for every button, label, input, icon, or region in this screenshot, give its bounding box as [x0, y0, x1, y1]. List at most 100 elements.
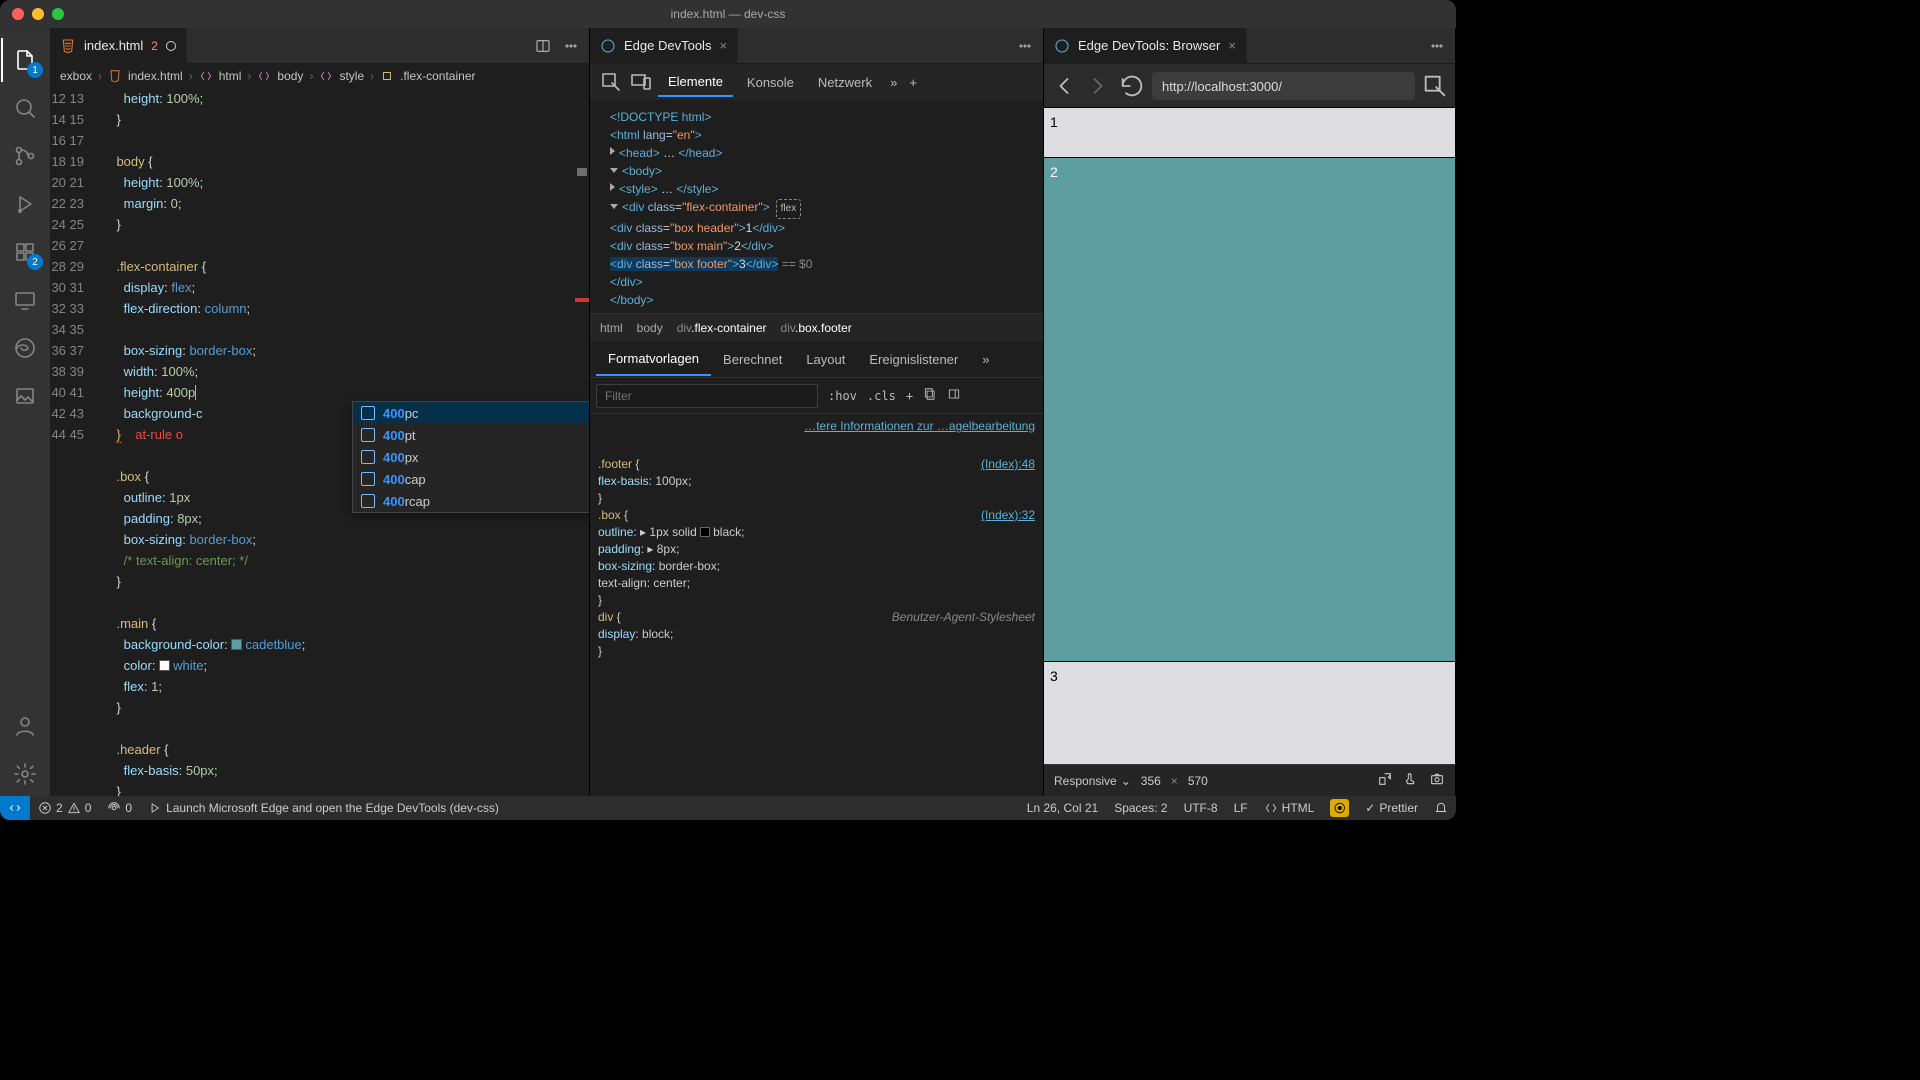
- more-icon[interactable]: [1425, 34, 1449, 58]
- prettier[interactable]: ✓ Prettier: [1357, 796, 1426, 820]
- tab-elemente[interactable]: Elemente: [658, 68, 733, 97]
- tab-ereignislistener[interactable]: Ereignislistener: [857, 344, 970, 375]
- edge-icon: [1054, 38, 1070, 54]
- editor-pane: index.html 2 exbox› index.html› html›: [50, 28, 590, 796]
- status-bar: 2 0 0 Launch Microsoft Edge and open the…: [0, 796, 1456, 820]
- reload-icon[interactable]: [1118, 72, 1146, 100]
- styles-filter-bar: :hov .cls +: [590, 378, 1043, 414]
- tab-error-count: 2: [151, 39, 158, 53]
- html-file-icon: [60, 38, 76, 54]
- tab-index-html[interactable]: index.html 2: [50, 28, 187, 64]
- minimize-window[interactable]: [32, 8, 44, 20]
- extensions-icon[interactable]: 2: [1, 230, 49, 274]
- remote-indicator[interactable]: [0, 796, 30, 820]
- preview-main: 2: [1044, 158, 1455, 662]
- preview-header: 1: [1044, 108, 1455, 158]
- language-mode[interactable]: HTML: [1256, 796, 1323, 820]
- copy-icon[interactable]: [923, 387, 937, 404]
- indent[interactable]: Spaces: 2: [1106, 796, 1175, 820]
- tab-label: Edge DevTools: Browser: [1078, 38, 1220, 53]
- extensions-badge: 2: [27, 254, 43, 270]
- preview-footer: 3: [1044, 662, 1455, 764]
- explorer-icon[interactable]: 1: [1, 38, 49, 82]
- more-icon[interactable]: [1013, 34, 1037, 58]
- run-debug-icon[interactable]: [1, 182, 49, 226]
- activity-bar: 1 2: [0, 28, 50, 796]
- device-bar: Responsive ⌄ 356 × 570: [1044, 764, 1455, 796]
- editor-tabs: index.html 2: [50, 28, 589, 64]
- encoding[interactable]: UTF-8: [1176, 796, 1226, 820]
- tab-edge-devtools[interactable]: Edge DevTools ×: [590, 28, 738, 64]
- code-editor[interactable]: 12 13 14 15 16 17 18 19 20 21 22 23 24 2…: [50, 88, 589, 796]
- breadcrumb[interactable]: exbox› index.html› html› body› style› .f…: [50, 64, 589, 88]
- tab-label: index.html: [84, 38, 143, 53]
- html-file-icon: [108, 69, 122, 83]
- height-input[interactable]: 570: [1188, 774, 1208, 788]
- zoom-window[interactable]: [52, 8, 64, 20]
- unsaved-indicator: [166, 41, 176, 51]
- dom-tree[interactable]: <!DOCTYPE html><html lang="en"> <head> ……: [590, 100, 1043, 314]
- window-controls: [0, 8, 64, 20]
- cursor-position[interactable]: Ln 26, Col 21: [1019, 796, 1106, 820]
- browser-pane: Edge DevTools: Browser × http://localhos…: [1044, 28, 1456, 796]
- cls-toggle[interactable]: .cls: [867, 389, 896, 403]
- tab-edge-browser[interactable]: Edge DevTools: Browser ×: [1044, 28, 1247, 64]
- more-icon[interactable]: [559, 34, 583, 58]
- devtools-pane: Edge DevTools × Elemente Konsole Netzwer…: [590, 28, 1044, 796]
- add-tab-icon[interactable]: +: [905, 69, 921, 96]
- styles-panel[interactable]: …tere Informationen zur …agelbearbeitung…: [590, 414, 1043, 796]
- screencast[interactable]: ⦿: [1322, 796, 1357, 820]
- ports-item[interactable]: 0: [99, 796, 140, 820]
- notifications-icon[interactable]: [1426, 796, 1456, 820]
- hov-toggle[interactable]: :hov: [828, 389, 857, 403]
- screenshot-icon[interactable]: [1429, 771, 1445, 790]
- devtools-tabbar: Edge DevTools ×: [590, 28, 1043, 64]
- add-rule-icon[interactable]: +: [906, 389, 913, 403]
- window-title: index.html — dev-css: [0, 7, 1456, 21]
- symbol-icon: [319, 69, 333, 83]
- symbol-icon: [380, 69, 394, 83]
- edge-icon[interactable]: [1, 326, 49, 370]
- width-input[interactable]: 356: [1141, 774, 1161, 788]
- settings-icon[interactable]: [1, 752, 49, 796]
- tab-berechnet[interactable]: Berechnet: [711, 344, 794, 375]
- url-bar[interactable]: http://localhost:3000/: [1152, 72, 1415, 100]
- browser-viewport[interactable]: 1 2 3: [1044, 108, 1455, 764]
- eol[interactable]: LF: [1226, 796, 1256, 820]
- more-tabs-icon[interactable]: »: [886, 69, 901, 96]
- forward-icon[interactable]: [1084, 72, 1112, 100]
- tab-netzwerk[interactable]: Netzwerk: [808, 69, 882, 96]
- back-icon[interactable]: [1050, 72, 1078, 100]
- remote-icon[interactable]: [1, 278, 49, 322]
- problems-item[interactable]: 2 0: [30, 796, 99, 820]
- browser-tabbar: Edge DevTools: Browser ×: [1044, 28, 1455, 64]
- image-icon[interactable]: [1, 374, 49, 418]
- filter-input[interactable]: [596, 384, 818, 408]
- tab-layout[interactable]: Layout: [794, 344, 857, 375]
- source-control-icon[interactable]: [1, 134, 49, 178]
- accounts-icon[interactable]: [1, 704, 49, 748]
- symbol-icon: [199, 69, 213, 83]
- panel-icon[interactable]: [947, 387, 961, 404]
- debug-hint[interactable]: Launch Microsoft Edge and open the Edge …: [140, 796, 507, 820]
- styles-tabs: Formatvorlagen Berechnet Layout Ereignis…: [590, 342, 1043, 378]
- inspect-icon[interactable]: [598, 69, 624, 95]
- hint-link[interactable]: …tere Informationen zur …agelbearbeitung: [804, 418, 1035, 435]
- close-window[interactable]: [12, 8, 24, 20]
- more-tabs-icon[interactable]: »: [970, 344, 1001, 375]
- touch-icon[interactable]: [1403, 771, 1419, 790]
- explorer-badge: 1: [27, 62, 43, 78]
- tab-formatvorlagen[interactable]: Formatvorlagen: [596, 343, 711, 376]
- device-select[interactable]: Responsive ⌄: [1054, 774, 1131, 788]
- rotate-icon[interactable]: [1377, 771, 1393, 790]
- titlebar: index.html — dev-css: [0, 0, 1456, 28]
- suggest-widget[interactable]: 400pc400pt400px400cap400rcap: [352, 401, 589, 513]
- split-editor-icon[interactable]: [531, 34, 555, 58]
- dom-breadcrumb[interactable]: html body div.flex-container div.box.foo…: [590, 314, 1043, 342]
- inspect-icon[interactable]: [1421, 72, 1449, 100]
- search-icon[interactable]: [1, 86, 49, 130]
- symbol-icon: [257, 69, 271, 83]
- device-toggle-icon[interactable]: [628, 69, 654, 95]
- tab-label: Edge DevTools: [624, 38, 711, 53]
- tab-konsole[interactable]: Konsole: [737, 69, 804, 96]
